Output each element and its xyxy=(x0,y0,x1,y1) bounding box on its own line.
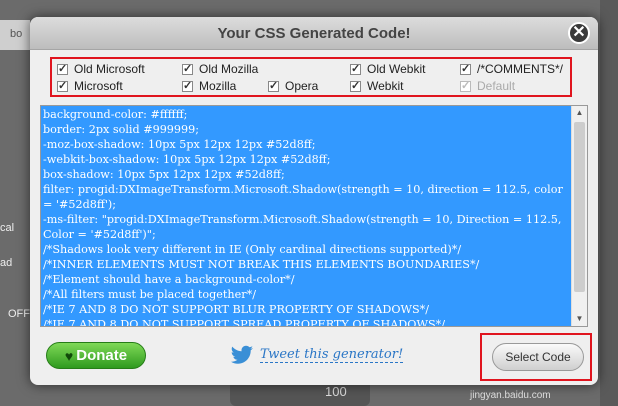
close-icon: ✕ xyxy=(572,24,586,41)
scroll-down-icon[interactable]: ▼ xyxy=(572,312,587,326)
option-label: Webkit xyxy=(367,79,404,93)
checkbox-default xyxy=(460,79,471,92)
option-comments[interactable]: /*COMMENTS*/ xyxy=(460,62,563,76)
option-mozilla[interactable]: Mozilla xyxy=(182,79,236,93)
option-label: Default xyxy=(477,79,516,93)
option-label: /*COMMENTS*/ xyxy=(477,62,564,76)
checkbox-microsoft[interactable] xyxy=(57,79,68,92)
generated-code-textarea[interactable]: background-color: #ffffff; border: 2px s… xyxy=(40,105,588,327)
browser-options: Old Microsoft Old Mozilla Old Webkit /*C… xyxy=(50,57,572,97)
checkbox-old-mozilla[interactable] xyxy=(182,62,193,75)
generated-code-text[interactable]: background-color: #ffffff; border: 2px s… xyxy=(41,106,571,326)
option-old-microsoft[interactable]: Old Microsoft xyxy=(57,62,145,76)
twitter-bird-icon xyxy=(231,345,253,364)
select-code-highlight: Select Code xyxy=(480,333,592,381)
tweet-generator-link[interactable]: Tweet this generator! xyxy=(230,345,404,365)
background-right-panel xyxy=(600,0,618,406)
background-text-3: ad xyxy=(0,257,13,269)
background-bottom-value: 100 xyxy=(325,384,347,399)
option-old-mozilla[interactable]: Old Mozilla xyxy=(182,62,258,76)
option-old-webkit[interactable]: Old Webkit xyxy=(350,62,425,76)
css-code-dialog: Your CSS Generated Code! ✕ Old Microsoft… xyxy=(30,17,598,385)
heart-icon: ♥ xyxy=(64,347,74,364)
tweet-label: Tweet this generator! xyxy=(260,347,404,363)
scroll-up-icon[interactable]: ▲ xyxy=(572,106,587,120)
option-default: Default xyxy=(460,79,515,93)
checkbox-opera[interactable] xyxy=(268,79,279,92)
checkbox-mozilla[interactable] xyxy=(182,79,193,92)
select-code-button[interactable]: Select Code xyxy=(492,343,584,371)
donate-button[interactable]: ♥ Donate xyxy=(46,342,146,369)
option-microsoft[interactable]: Microsoft xyxy=(57,79,123,93)
option-label: Old Microsoft xyxy=(74,62,145,76)
dialog-title: Your CSS Generated Code! xyxy=(217,25,411,42)
checkbox-webkit[interactable] xyxy=(350,79,361,92)
checkbox-old-microsoft[interactable] xyxy=(57,62,68,75)
background-text-2: cal xyxy=(0,222,15,234)
option-label: Opera xyxy=(285,79,319,93)
donate-label: Donate xyxy=(76,347,128,364)
option-label: Old Mozilla xyxy=(199,62,259,76)
scroll-thumb[interactable] xyxy=(574,122,585,292)
option-label: Mozilla xyxy=(199,79,237,93)
close-button[interactable]: ✕ xyxy=(568,22,590,44)
checkbox-comments[interactable] xyxy=(460,62,471,75)
code-scrollbar[interactable]: ▲ ▼ xyxy=(571,106,587,326)
option-webkit[interactable]: Webkit xyxy=(350,79,403,93)
option-label: Old Webkit xyxy=(367,62,426,76)
dialog-header: Your CSS Generated Code! ✕ xyxy=(30,17,598,50)
watermark: jingyan.baidu.com xyxy=(470,390,551,401)
checkbox-old-webkit[interactable] xyxy=(350,62,361,75)
option-label: Microsoft xyxy=(74,79,123,93)
option-opera[interactable]: Opera xyxy=(268,79,318,93)
